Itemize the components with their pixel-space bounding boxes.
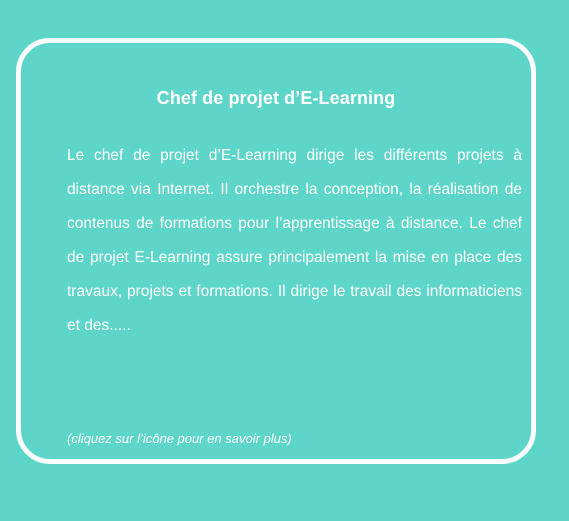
job-description-card: Chef de projet d’E-Learning Le chef de p…: [16, 38, 536, 464]
card-title: Chef de projet d’E-Learning: [156, 88, 396, 108]
card-description: Le chef de projet d’E-Learning dirige le…: [67, 147, 522, 334]
more-info-hint: (cliquez sur l’icône pour en savoir plus…: [67, 431, 292, 446]
